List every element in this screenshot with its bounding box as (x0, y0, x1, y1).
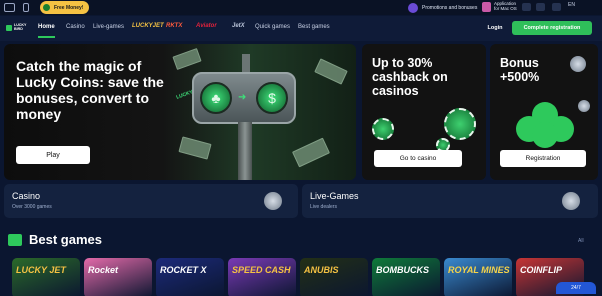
coin-icon (578, 100, 590, 112)
registration-button[interactable]: Registration (500, 150, 586, 167)
arrow-right-icon: ➜ (238, 92, 247, 103)
game-tile-title: BOMBUCKS (376, 265, 429, 275)
banknote-image (292, 137, 330, 168)
live-games-panel-subtitle: Live dealers (310, 204, 337, 210)
coin-icon (570, 56, 586, 72)
game-tile[interactable]: SPEED CASH (228, 258, 296, 296)
free-money-button[interactable]: Free Money! (40, 1, 90, 14)
apple-icon[interactable] (522, 3, 531, 11)
cashback-card[interactable]: Up to 30% cashback on casinos Go to casi… (362, 44, 486, 180)
nav-luckyjet[interactable]: LUCKYJET (132, 23, 164, 29)
promotions-label: Promotions and bonuses (422, 4, 478, 11)
coin-icon (562, 192, 580, 210)
all-games-link[interactable]: All (578, 238, 584, 244)
app-subtitle: for Mac OS (494, 6, 517, 11)
game-tile[interactable]: LUCKY JET (12, 258, 80, 296)
game-tile-title: ROCKET X (160, 265, 207, 275)
game-tile-title: ANUBIS (304, 265, 339, 275)
nav-quick-games[interactable]: Quick games (255, 24, 290, 30)
game-tile[interactable]: Rocket (84, 258, 152, 296)
best-games-header: Best games (8, 232, 102, 247)
gift-icon (408, 2, 418, 13)
game-tile-title: SPEED CASH (232, 265, 291, 275)
nav-rocketx[interactable]: RKTX (166, 23, 182, 29)
casino-panel[interactable]: Casino Over 3000 games (4, 184, 298, 218)
game-tile[interactable]: BOMBUCKS (372, 258, 440, 296)
hero-title: Catch the magic of Lucky Coins: save the… (16, 58, 164, 122)
nav-aviator[interactable]: Aviator (196, 23, 217, 29)
settings-icon[interactable] (552, 3, 561, 11)
login-button[interactable]: Login (482, 21, 508, 35)
app-download-link[interactable]: Application for Mac OS (482, 1, 517, 14)
live-games-panel-title: Live-Games (310, 191, 359, 201)
machine-label: LUCKY (175, 89, 193, 101)
logo[interactable]: LUCKY BIRD (6, 21, 26, 35)
game-tile[interactable]: ROYAL MINES (444, 258, 512, 296)
android-icon[interactable] (536, 3, 545, 11)
game-tile-title: LUCKY JET (16, 265, 66, 275)
promotions-link[interactable]: Promotions and bonuses (408, 1, 477, 14)
go-to-casino-button[interactable]: Go to casino (374, 150, 462, 167)
clover-icon (6, 25, 12, 31)
language-selector[interactable]: EN (568, 2, 575, 8)
crown-icon (8, 233, 22, 246)
bonus-card[interactable]: Bonus +500% Registration (490, 44, 598, 180)
dollar-icon: $ (256, 82, 288, 114)
game-tile[interactable]: ANUBIS (300, 258, 368, 296)
coin-converter-image: LUCKY ♣ ➜ $ (175, 72, 296, 124)
nav-best-games[interactable]: Best games (298, 24, 330, 30)
casino-panel-subtitle: Over 3000 games (12, 204, 52, 210)
banknote-image (314, 58, 348, 85)
best-games-title: Best games (29, 232, 102, 247)
nav-home[interactable]: Home (38, 24, 55, 38)
nav-jetx[interactable]: JetX (232, 23, 245, 29)
support-chat-button[interactable]: 24/7 (556, 282, 596, 294)
nav-live-games[interactable]: Live-games (93, 24, 124, 30)
game-tile-title: ROYAL MINES (448, 265, 510, 275)
chip-icon (444, 108, 476, 140)
machine-label-text: LUCKY (175, 89, 194, 101)
live-games-panel[interactable]: Live-Games Live dealers (302, 184, 598, 218)
coin-icon (264, 192, 282, 210)
game-tile-title: Rocket (88, 265, 119, 275)
clover-icon (512, 102, 578, 148)
mobile-icon[interactable] (23, 3, 29, 12)
pipe-top (242, 54, 250, 74)
desktop-icon[interactable] (4, 3, 15, 12)
chip-icon (372, 118, 394, 140)
hero-banner[interactable]: LUCKY ♣ ➜ $ Catch the magic of Lucky Coi… (4, 44, 356, 180)
banknote-image (172, 47, 202, 71)
game-tile[interactable]: ROCKET X (156, 258, 224, 296)
bonus-title: Bonus +500% (500, 56, 540, 84)
register-button[interactable]: Complete registration (512, 21, 592, 35)
casino-panel-title: Casino (12, 191, 41, 201)
clover-icon: ♣ (200, 82, 232, 114)
nav-casino[interactable]: Casino (66, 24, 85, 30)
play-button[interactable]: Play (16, 146, 90, 164)
logo-line2: BIRD (14, 27, 23, 31)
cashback-title: Up to 30% cashback on casinos (372, 56, 448, 98)
logo-text: LUCKY BIRD (14, 23, 26, 31)
banknote-image (178, 136, 212, 160)
pipe-image (238, 122, 252, 180)
game-tile-title: COINFLIP (520, 265, 562, 275)
